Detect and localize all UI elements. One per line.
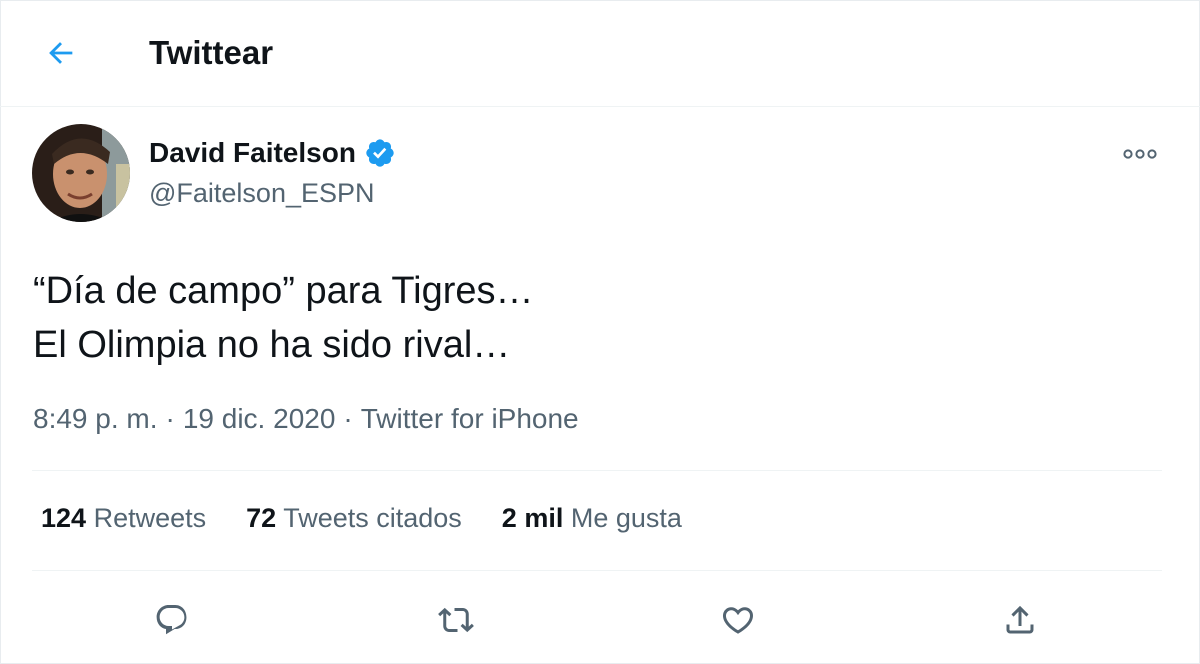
retweets-label: Retweets xyxy=(93,503,207,533)
avatar-photo xyxy=(32,124,130,222)
reply-icon xyxy=(156,605,187,635)
tweet-stats: 124 Retweets 72 Tweets citados 2 mil Me … xyxy=(41,503,722,534)
share-icon xyxy=(1006,605,1034,634)
tweet-source[interactable]: Twitter for iPhone xyxy=(361,403,579,435)
tweet-text-line: El Olimpia no ha sido rival… xyxy=(33,324,511,366)
like-button[interactable] xyxy=(716,598,760,642)
divider xyxy=(32,470,1162,471)
meta-separator: · xyxy=(165,403,175,434)
tweet-text-line: “Día de campo” para Tigres… xyxy=(33,270,534,312)
page-title: Twittear xyxy=(149,34,274,71)
quote-tweets-stat[interactable]: 72 Tweets citados xyxy=(246,503,462,534)
tweet-action-bar xyxy=(0,590,1200,650)
retweet-icon xyxy=(438,607,474,633)
heart-icon xyxy=(722,607,754,634)
likes-stat[interactable]: 2 mil Me gusta xyxy=(502,503,682,534)
tweet-date[interactable]: 19 dic. 2020 xyxy=(183,403,336,435)
divider xyxy=(32,570,1162,571)
back-button[interactable] xyxy=(38,30,84,76)
share-button[interactable] xyxy=(998,598,1042,642)
retweet-button[interactable] xyxy=(434,598,478,642)
more-dots-icon xyxy=(1123,149,1157,159)
meta-separator: · xyxy=(343,403,353,434)
avatar[interactable] xyxy=(32,124,130,222)
reply-button[interactable] xyxy=(150,598,194,642)
retweets-count: 124 xyxy=(41,503,87,533)
arrow-left-icon xyxy=(49,42,73,64)
author-name-row: David Faitelson xyxy=(149,137,396,169)
author-name[interactable]: David Faitelson xyxy=(149,137,356,169)
likes-count: 2 mil xyxy=(501,503,564,533)
quote-tweets-label: Tweets citados xyxy=(283,503,462,533)
tweet-time[interactable]: 8:49 p. m. xyxy=(33,403,158,435)
verified-badge-icon xyxy=(366,139,394,167)
tweet-text: “Día de campo” para Tigres… El Olimpia n… xyxy=(33,264,534,372)
page-header: Twittear xyxy=(0,0,1200,107)
author-handle[interactable]: @Faitelson_ESPN xyxy=(149,178,375,209)
likes-label: Me gusta xyxy=(570,503,682,533)
more-options-button[interactable] xyxy=(1118,140,1162,168)
tweet-metadata: 8:49 p. m. · 19 dic. 2020 · Twitter for … xyxy=(33,403,579,435)
quote-tweets-count: 72 xyxy=(246,503,277,533)
retweets-stat[interactable]: 124 Retweets xyxy=(41,503,206,534)
